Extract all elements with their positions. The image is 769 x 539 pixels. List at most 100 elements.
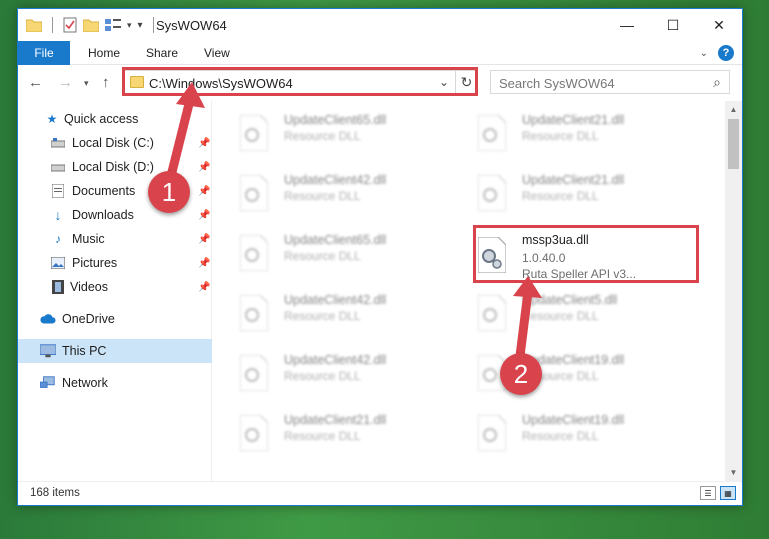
pin-icon[interactable]: 📌 [198,210,210,221]
window-controls: — ☐ ✕ [604,9,742,41]
scroll-thumb[interactable] [728,119,739,169]
pictures-icon [50,255,66,271]
file-highlight-box [473,225,699,283]
title-bar: ▾ ▾ SysWOW64 — ☐ ✕ [18,9,742,41]
search-placeholder: Search SysWOW64 [499,76,615,91]
forward-arrow-icon[interactable]: → [58,74,73,91]
pin-icon[interactable]: 📌 [198,138,210,149]
tab-view[interactable]: View [204,46,230,60]
pin-icon[interactable]: 📌 [198,186,210,197]
sidebar-item-label: Local Disk (C:) [72,136,154,150]
sidebar-item-local-disk-c[interactable]: Local Disk (C:) 📌 [18,131,212,155]
dll-file-icon [478,115,506,151]
recent-locations-icon[interactable]: ▾ [84,78,89,89]
file-description: Resource DLL [284,429,361,443]
navigation-bar: ← → ▾ ↑ C:\Windows\SysWOW64 ⌄ ↻ Search S… [18,66,742,100]
file-list: UpdateClient65.dll Resource DLL UpdateCl… [214,101,726,481]
pin-icon[interactable]: 📌 [198,162,210,173]
sidebar-item-network[interactable]: Network [18,371,212,395]
sidebar-item-this-pc[interactable]: This PC [18,339,212,363]
sidebar-item-videos[interactable]: Videos 📌 [18,275,212,299]
file-name: UpdateClient21.dll [522,173,625,187]
download-icon: ↓ [54,207,62,223]
file-item[interactable]: UpdateClient19.dll Resource DLL [452,407,672,463]
minimize-button[interactable]: — [604,9,650,41]
file-description: Resource DLL [284,189,361,203]
sidebar-item-label: Documents [72,184,136,198]
scroll-down-icon[interactable]: ▼ [725,464,742,481]
search-input[interactable]: Search SysWOW64 ⌕ [490,70,730,94]
large-icons-view-icon[interactable]: ▦ [720,486,736,500]
sidebar-item-label: Pictures [72,256,118,270]
tab-home[interactable]: Home [88,46,120,60]
view-toggle: ☰ ▦ [700,486,736,500]
file-description: Resource DLL [284,369,361,383]
explorer-window: ▾ ▾ SysWOW64 — ☐ ✕ File Home Share View … [17,8,743,506]
file-name: UpdateClient42.dll [284,353,387,367]
file-description: Resource DLL [522,429,599,443]
pin-icon[interactable]: 📌 [198,282,210,293]
file-item[interactable]: UpdateClient19.dll Resource DLL [452,347,672,403]
dll-file-icon [478,295,506,331]
file-name: UpdateClient65.dll [284,233,387,247]
sidebar-item-label: OneDrive [62,312,115,326]
up-arrow-icon[interactable]: ↑ [102,74,110,91]
file-name: UpdateClient42.dll [284,293,387,307]
file-description: Resource DLL [522,129,599,143]
maximize-button[interactable]: ☐ [650,9,696,41]
file-name: UpdateClient5.dll [522,293,618,307]
tab-share[interactable]: Share [146,46,178,60]
sidebar-item-label: This PC [62,344,107,358]
window-title: SysWOW64 [156,18,227,33]
computer-icon [40,343,56,359]
music-icon: ♪ [55,232,61,246]
dll-file-icon [478,175,506,211]
vertical-scrollbar[interactable]: ▲ ▼ [725,101,742,481]
file-item[interactable]: UpdateClient21.dll Resource DLL [452,107,672,163]
pin-icon[interactable]: 📌 [198,234,210,245]
help-icon[interactable]: ? [718,45,734,61]
tab-file[interactable]: File [18,41,70,65]
file-item[interactable]: UpdateClient42.dll Resource DLL [214,167,434,223]
sidebar-item-onedrive[interactable]: OneDrive [18,307,212,331]
new-folder-icon[interactable] [83,18,99,32]
sidebar-item-quick-access[interactable]: ★ Quick access [18,107,212,131]
search-icon[interactable]: ⌕ [713,74,721,91]
network-icon [40,375,56,391]
sidebar-item-pictures[interactable]: Pictures 📌 [18,251,212,275]
file-item[interactable]: UpdateClient42.dll Resource DLL [214,287,434,343]
drive-icon [50,159,66,175]
properties-icon[interactable] [63,17,77,33]
file-name: UpdateClient21.dll [522,113,625,127]
sidebar-item-music[interactable]: ♪ Music 📌 [18,227,212,251]
videos-icon [50,279,66,295]
item-count: 168 items [30,487,80,499]
address-highlight-box [122,67,478,96]
close-button[interactable]: ✕ [696,9,742,41]
expand-ribbon-icon[interactable]: ⌄ [700,48,708,59]
folder-icon[interactable] [26,18,42,32]
view-options-icon[interactable] [105,18,121,32]
dll-file-icon [478,415,506,451]
dll-file-icon [240,175,268,211]
file-item[interactable]: UpdateClient65.dll Resource DLL [214,107,434,163]
pin-icon[interactable]: 📌 [198,258,210,269]
file-name: UpdateClient19.dll [522,413,625,427]
dll-file-icon [240,235,268,271]
back-arrow-icon[interactable]: ← [28,74,43,91]
scroll-up-icon[interactable]: ▲ [725,101,742,118]
sidebar-item-label: Music [72,232,105,246]
file-item[interactable]: UpdateClient42.dll Resource DLL [214,347,434,403]
file-item[interactable]: UpdateClient21.dll Resource DLL [452,167,672,223]
drive-icon [50,135,66,151]
details-view-icon[interactable]: ☰ [700,486,716,500]
file-item[interactable]: UpdateClient5.dll Resource DLL [452,287,672,343]
file-name: UpdateClient42.dll [284,173,387,187]
sidebar-item-label: Quick access [64,112,139,126]
file-item[interactable]: UpdateClient21.dll Resource DLL [214,407,434,463]
file-item[interactable]: UpdateClient65.dll Resource DLL [214,227,434,283]
toolbar-separator [152,17,154,33]
dropdown-arrow-icon[interactable]: ▾ [127,20,132,31]
customize-toolbar-icon[interactable]: ▾ [138,20,143,31]
sidebar-item-label: Videos [70,280,108,294]
